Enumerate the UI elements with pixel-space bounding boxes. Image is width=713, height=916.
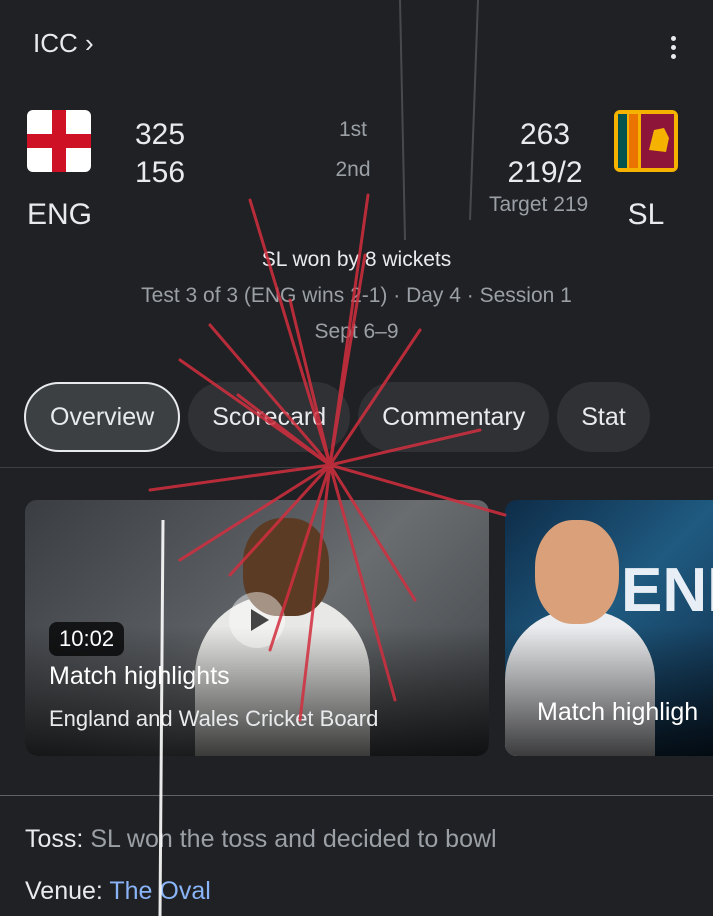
toss-value: SL won the toss and decided to bowl bbox=[90, 825, 497, 853]
score-second-innings: 219/2 bbox=[507, 156, 583, 189]
video-source: England and Wales Cricket Board bbox=[49, 706, 379, 731]
league-link[interactable]: ICC › bbox=[33, 28, 94, 59]
play-icon[interactable] bbox=[229, 592, 285, 648]
venue-link[interactable]: The Oval bbox=[109, 877, 210, 905]
match-tabs: Overview Scorecard Commentary Stat bbox=[24, 382, 658, 452]
team-england[interactable]: ENG bbox=[27, 110, 92, 232]
innings-second: 2nd bbox=[335, 158, 371, 181]
video-duration: 10:02 bbox=[49, 622, 125, 656]
score-first-innings: 263 bbox=[519, 118, 571, 151]
video-card-highlights[interactable]: 10:02 Match highlights England and Wales… bbox=[25, 500, 489, 756]
divider bbox=[0, 795, 713, 796]
venue-label: Venue: bbox=[25, 877, 103, 905]
toss-label: Toss: bbox=[25, 825, 84, 853]
league-title: ICC › bbox=[33, 28, 94, 58]
england-flag-icon bbox=[27, 110, 91, 172]
innings-labels: 1st 2nd bbox=[322, 110, 384, 190]
divider bbox=[0, 467, 713, 468]
venue-info: Venue: The Oval bbox=[25, 877, 211, 906]
thumbnail-badge: ENI bbox=[621, 556, 713, 625]
srilanka-scores: 263 219/2 bbox=[503, 116, 587, 192]
innings-first: 1st bbox=[338, 118, 367, 141]
team-abbr: SL bbox=[627, 198, 665, 231]
thumbnail-overlay bbox=[505, 626, 713, 756]
video-title: Match highlights bbox=[49, 662, 230, 690]
score-second-innings: 156 bbox=[135, 156, 186, 189]
tab-commentary[interactable]: Commentary bbox=[358, 382, 550, 452]
match-dates: Sept 6–9 bbox=[314, 320, 399, 343]
target-text: Target 219 bbox=[489, 193, 589, 216]
team-srilanka[interactable]: SL bbox=[614, 110, 678, 232]
more-options-icon[interactable] bbox=[669, 36, 677, 63]
srilanka-flag-icon bbox=[614, 110, 678, 172]
video-title: Match highligh bbox=[537, 698, 699, 726]
video-card-highlights-2[interactable]: ENI Match highligh bbox=[505, 500, 713, 756]
tab-stats[interactable]: Stat bbox=[557, 382, 650, 452]
series-info: Test 3 of 3 (ENG wins 2-1) · Day 4 · Ses… bbox=[141, 284, 572, 307]
tab-overview[interactable]: Overview bbox=[24, 382, 181, 452]
score-first-innings: 325 bbox=[135, 118, 186, 151]
england-scores: 325 156 bbox=[135, 116, 185, 192]
player-head bbox=[535, 520, 619, 624]
toss-info: Toss: SL won the toss and decided to bow… bbox=[25, 825, 497, 854]
team-abbr: ENG bbox=[27, 198, 93, 231]
match-result: SL won by 8 wickets bbox=[261, 248, 452, 271]
tab-scorecard[interactable]: Scorecard bbox=[188, 382, 351, 452]
